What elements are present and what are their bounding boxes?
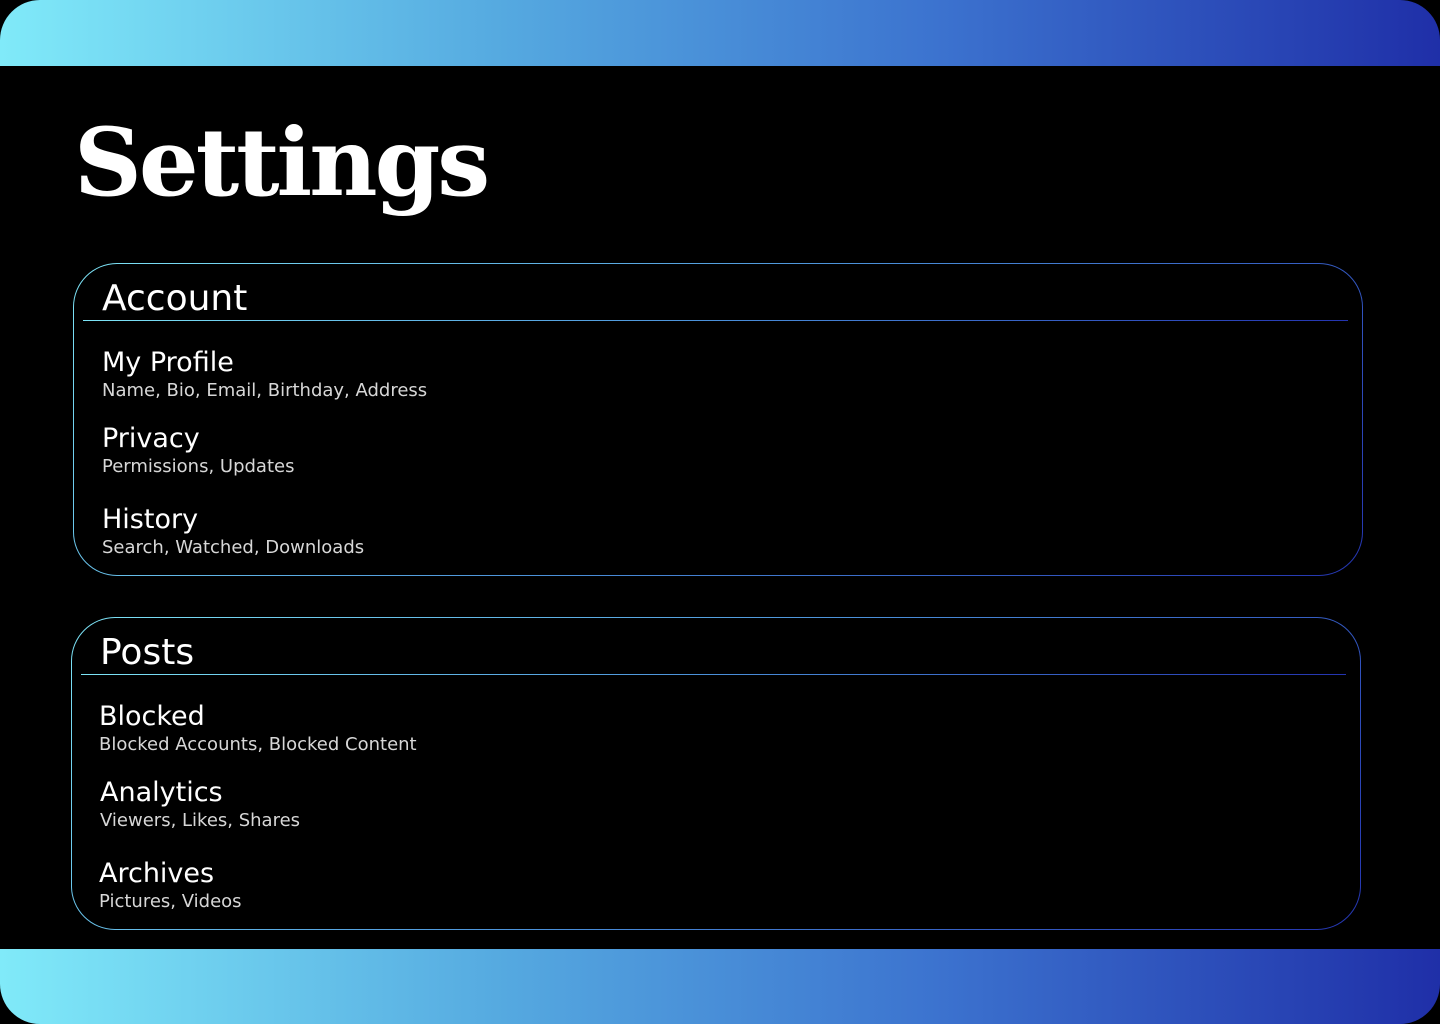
- settings-item-privacy[interactable]: Privacy Permissions, Updates: [102, 422, 702, 478]
- settings-item-my-profile[interactable]: My Profile Name, Bio, Email, Birthday, A…: [102, 346, 702, 402]
- settings-item-blocked[interactable]: Blocked Blocked Accounts, Blocked Conten…: [99, 700, 699, 756]
- settings-item-subtitle: Blocked Accounts, Blocked Content: [99, 734, 417, 755]
- posts-section: Posts Blocked Blocked Accounts, Blocked …: [71, 617, 1361, 930]
- settings-item-subtitle: Viewers, Likes, Shares: [100, 810, 301, 831]
- settings-item-subtitle: Permissions, Updates: [102, 456, 295, 477]
- account-section-divider: [83, 320, 1348, 321]
- posts-section-heading: Posts: [100, 632, 195, 673]
- settings-item-history[interactable]: History Search, Watched, Downloads: [102, 503, 702, 559]
- settings-item-title: Blocked: [99, 701, 205, 732]
- settings-item-title: Analytics: [100, 777, 223, 808]
- settings-item-title: Privacy: [102, 423, 200, 454]
- settings-item-title: History: [102, 504, 199, 535]
- settings-item-analytics[interactable]: Analytics Viewers, Likes, Shares: [100, 776, 700, 832]
- account-section: Account My Profile Name, Bio, Email, Bir…: [73, 263, 1363, 576]
- posts-section-divider: [81, 674, 1346, 675]
- bottom-gradient-bar: [0, 949, 1440, 1024]
- settings-item-archives[interactable]: Archives Pictures, Videos: [99, 857, 699, 913]
- top-gradient-bar: [0, 0, 1440, 66]
- page-title: Settings: [74, 108, 490, 218]
- settings-item-title: My Profile: [102, 347, 234, 378]
- settings-item-subtitle: Search, Watched, Downloads: [102, 537, 365, 558]
- account-section-heading: Account: [102, 278, 248, 319]
- settings-item-subtitle: Pictures, Videos: [99, 891, 242, 912]
- settings-item-title: Archives: [99, 858, 215, 889]
- settings-item-subtitle: Name, Bio, Email, Birthday, Address: [102, 380, 428, 401]
